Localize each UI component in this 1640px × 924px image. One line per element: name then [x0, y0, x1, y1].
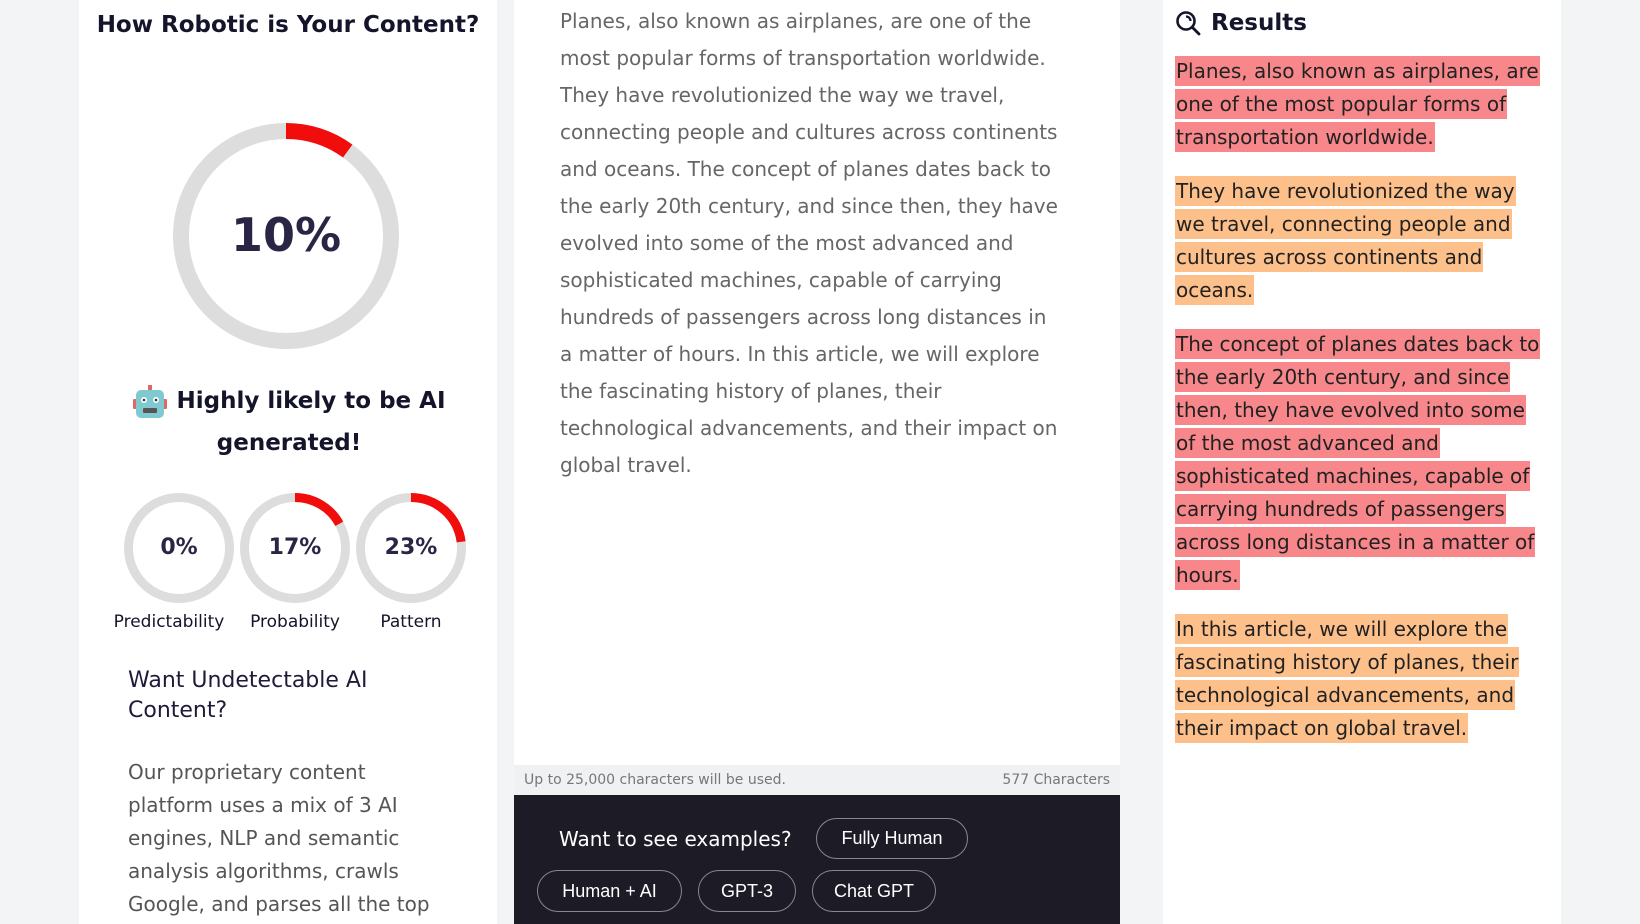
- example-gpt3-button[interactable]: GPT-3: [698, 870, 796, 912]
- content-textarea[interactable]: Planes, also known as airplanes, are one…: [560, 3, 1060, 484]
- verdict-label: Highly likely to be AI generated!: [176, 388, 446, 456]
- metric-value: 17%: [268, 535, 322, 560]
- metric-value: 0%: [160, 535, 198, 560]
- highlighted-sentence-high: Planes, also known as airplanes, are one…: [1175, 56, 1540, 152]
- results-header: Results: [1175, 10, 1307, 36]
- character-limit-note: Up to 25,000 characters will be used.: [524, 772, 786, 788]
- highlighted-sentence-high: The concept of planes dates back to the …: [1175, 329, 1541, 590]
- metric-label: Predictability: [113, 612, 225, 632]
- promo-text: Our proprietary content platform uses a …: [128, 760, 430, 916]
- verdict-text: Highly likely to be AI generated!: [119, 380, 459, 464]
- example-chatgpt-button[interactable]: Chat GPT: [812, 870, 936, 912]
- editor-panel: Planes, also known as airplanes, are one…: [514, 0, 1120, 924]
- example-fully-human-button[interactable]: Fully Human: [816, 818, 968, 859]
- result-sentence: Planes, also known as airplanes, are one…: [1175, 55, 1540, 154]
- result-sentence: In this article, we will explore the fas…: [1175, 613, 1540, 745]
- score-panel: How Robotic is Your Content? 10% Highly …: [79, 0, 497, 924]
- highlighted-sentence-medium: They have revolutionized the way we trav…: [1175, 176, 1516, 305]
- main-score-value: 10%: [230, 208, 342, 262]
- results-list: Planes, also known as airplanes, are one…: [1175, 55, 1541, 766]
- editor-footer: Up to 25,000 characters will be used. 57…: [514, 765, 1120, 795]
- search-icon: [1176, 11, 1201, 36]
- robot-icon: [132, 384, 168, 420]
- score-title: How Robotic is Your Content?: [96, 12, 480, 38]
- highlighted-sentence-medium: In this article, we will explore the fas…: [1175, 614, 1520, 743]
- metric-value: 23%: [384, 535, 438, 560]
- result-sentence: The concept of planes dates back to the …: [1175, 328, 1541, 592]
- metric-label: Pattern: [380, 612, 442, 632]
- results-title: Results: [1211, 10, 1307, 36]
- metric-label: Probability: [250, 612, 340, 632]
- results-panel: Results Planes, also known as airplanes,…: [1163, 0, 1561, 924]
- result-sentence: They have revolutionized the way we trav…: [1175, 175, 1540, 307]
- character-count: 577 Characters: [1002, 772, 1110, 788]
- promo-title: Want Undetectable AI Content?: [128, 668, 368, 723]
- examples-bar: Want to see examples? Fully Human Human …: [514, 795, 1120, 924]
- examples-label: Want to see examples?: [559, 827, 792, 851]
- example-human-ai-button[interactable]: Human + AI: [537, 870, 682, 912]
